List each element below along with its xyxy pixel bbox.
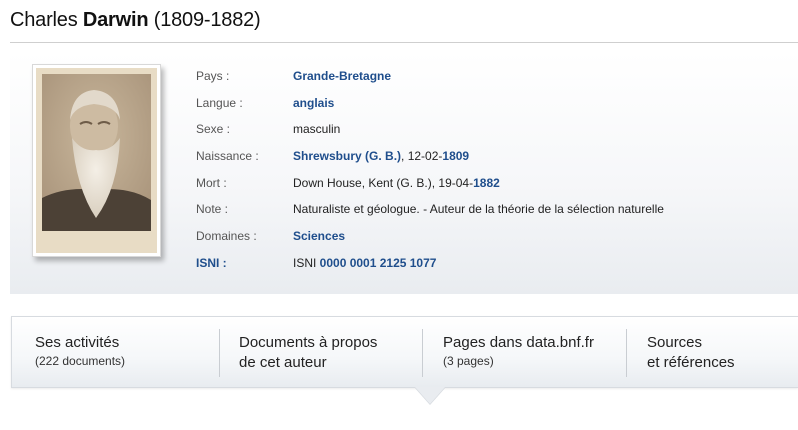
isni-prefix: ISNI [293, 255, 320, 270]
death-date-text: , 19-04- [431, 175, 474, 190]
page-title: Charles Darwin (1809-1882) [10, 9, 261, 32]
tab-divider [422, 329, 423, 377]
field-value-sexe: masculin [293, 122, 341, 137]
domain-link[interactable]: Sciences [293, 229, 345, 243]
field-value-isni: ISNI 0000 0001 2125 1077 [293, 256, 436, 270]
author-last-name: Darwin [82, 9, 149, 31]
field-label-sexe: Sexe : [196, 122, 231, 137]
tab-divider [219, 329, 220, 377]
death-place-text: Down House, Kent (G. B.) [293, 175, 432, 190]
tab-divider [626, 329, 627, 377]
section-tabs: Ses activités (222 documents) Documents … [11, 316, 798, 388]
field-label-mort: Mort : [196, 175, 227, 190]
death-year-link[interactable]: 1882 [473, 176, 500, 190]
language-link[interactable]: anglais [293, 96, 334, 110]
birth-date-text: , 12-02- [401, 149, 443, 164]
birth-year-link[interactable]: 1809 [442, 149, 469, 163]
field-value-mort: Down House, Kent (G. B.), 19-04-1882 [293, 176, 500, 190]
tab-pages-data-bnf-count: (3 pages) [443, 354, 494, 368]
tab-documents-a-propos[interactable]: Documents à propos de cet auteur [239, 317, 419, 389]
tab-activites-title: Ses activités [35, 334, 120, 351]
tab-activites-count: (222 documents) [35, 354, 126, 368]
field-label-naissance: Naissance : [196, 149, 259, 164]
tab-activites[interactable]: Ses activités (222 documents) [35, 317, 215, 389]
tab-sources-subtitle: et références [647, 354, 735, 371]
field-label-pays: Pays : [196, 69, 230, 83]
tab-documents-a-propos-subtitle: de cet auteur [239, 354, 327, 371]
isni-label-link[interactable]: ISNI : [196, 256, 227, 270]
tab-sources-references[interactable]: Sources et références [647, 317, 787, 389]
tab-sources-title: Sources [647, 334, 703, 351]
tab-documents-a-propos-title: Documents à propos [239, 334, 378, 351]
portrait-photo [36, 68, 157, 253]
birth-place-link[interactable]: Shrewsbury (G. B.) [293, 149, 401, 163]
author-portrait[interactable] [32, 64, 161, 257]
field-value-naissance: Shrewsbury (G. B.), 12-02-1809 [293, 149, 469, 163]
tab-pages-data-bnf[interactable]: Pages dans data.bnf.fr (3 pages) [443, 317, 623, 389]
field-label-langue: Langue : [196, 95, 243, 110]
author-info-panel: Pays : Grande-Bretagne Langue : anglais … [10, 52, 798, 294]
tab-pages-data-bnf-title: Pages dans data.bnf.fr [443, 334, 594, 351]
field-value-note: Naturaliste et géologue. - Auteur de la … [293, 202, 664, 217]
title-divider [10, 42, 798, 43]
field-label-domaines: Domaines : [196, 229, 257, 244]
isni-number-link[interactable]: 0000 0001 2125 1077 [320, 256, 437, 270]
author-dates: (1809-1882) [153, 9, 261, 31]
field-label-note: Note : [196, 202, 229, 217]
author-first-name: Charles [10, 9, 78, 31]
country-link[interactable]: Grande-Bretagne [293, 69, 391, 83]
